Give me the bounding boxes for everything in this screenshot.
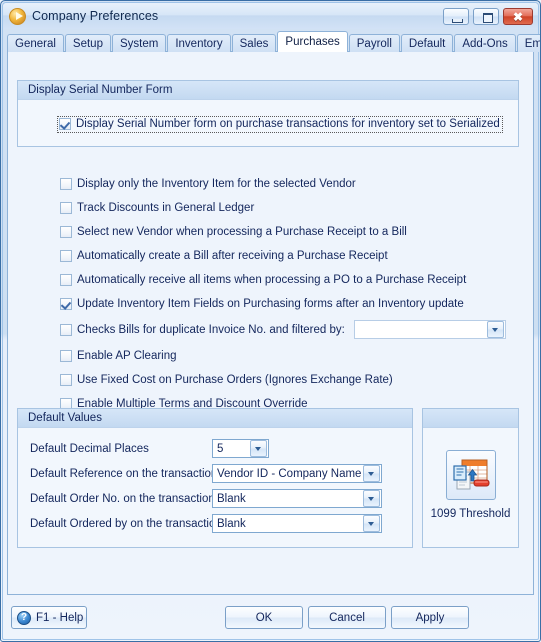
default-decimal-places-row: Default Decimal Places 5 [30, 436, 412, 461]
default-ordered-by-row: Default Ordered by on the transactions B… [30, 511, 412, 536]
checkbox-box[interactable] [60, 225, 72, 238]
checkbox-box[interactable] [60, 249, 72, 262]
close-icon: ✖ [512, 9, 524, 24]
option-check-duplicate-invoice[interactable]: Checks Bills for duplicate Invoice No. a… [60, 319, 523, 340]
minimize-icon [452, 18, 463, 23]
app-play-circle-icon [9, 7, 26, 25]
default-order-no-row: Default Order No. on the transactions Bl… [30, 486, 412, 511]
option-label: Enable AP Clearing [77, 349, 177, 362]
default-ordered-by-value: Blank [217, 517, 246, 530]
apply-button[interactable]: Apply [391, 606, 469, 629]
duplicate-invoice-filter-combo[interactable] [353, 320, 506, 339]
threshold-tile-wrapper: 1099 Threshold [423, 428, 518, 520]
checkbox-box[interactable] [60, 373, 72, 386]
option-label: Automatically create a Bill after receiv… [77, 249, 388, 262]
tab-email-setup[interactable]: Email Setup [516, 34, 540, 52]
default-order-no-value: Blank [217, 492, 246, 505]
minimize-button[interactable] [443, 7, 469, 25]
default-values-group: Default Values Default Decimal Places 5 … [17, 408, 413, 548]
title-bar[interactable]: Company Preferences ✖ [3, 3, 538, 29]
chevron-down-icon[interactable] [363, 490, 380, 507]
tab-strip: General Setup System Inventory Sales Pur… [7, 31, 540, 52]
dialog-footer: ? F1 - Help OK Cancel Apply [3, 597, 538, 639]
default-values-rows: Default Decimal Places 5 Default Referen… [18, 428, 412, 536]
tab-payroll[interactable]: Payroll [348, 34, 400, 52]
default-reference-row: Default Reference on the transactions Ve… [30, 461, 412, 486]
default-order-no-combo[interactable]: Blank [212, 489, 382, 508]
tab-general[interactable]: General [7, 34, 64, 52]
help-question-icon: ? [17, 610, 31, 625]
checkbox-box[interactable] [60, 201, 72, 214]
tab-add-ons[interactable]: Add-Ons [454, 34, 516, 52]
option-fixed-cost-purchase-orders[interactable]: Use Fixed Cost on Purchase Orders (Ignor… [60, 371, 523, 388]
spreadsheet-upload-icon [452, 459, 489, 490]
checkbox-box[interactable] [60, 323, 72, 336]
f1-help-button[interactable]: ? F1 - Help [11, 606, 87, 629]
default-decimal-places-label: Default Decimal Places [30, 442, 149, 455]
tab-inventory[interactable]: Inventory [167, 34, 231, 52]
option-auto-receive-all-items[interactable]: Automatically receive all items when pro… [60, 271, 523, 288]
display-serial-number-group: Display Serial Number Form Display Seria… [17, 80, 519, 147]
default-reference-combo[interactable]: Vendor ID - Company Name [212, 464, 382, 483]
checkbox-box[interactable] [60, 177, 72, 190]
threshold-group: 1099 Threshold [422, 408, 519, 548]
tab-system[interactable]: System [111, 34, 167, 52]
default-reference-value: Vendor ID - Company Name [217, 467, 362, 480]
option-label: Checks Bills for duplicate Invoice No. a… [77, 323, 345, 336]
option-update-inventory-item-fields[interactable]: Update Inventory Item Fields on Purchasi… [60, 295, 523, 312]
tab-sales[interactable]: Sales [231, 34, 277, 52]
window-title: Company Preferences [32, 9, 159, 23]
option-label: Display only the Inventory Item for the … [77, 177, 356, 190]
default-ordered-by-label: Default Ordered by on the transactions [30, 517, 228, 530]
maximize-button[interactable] [473, 7, 499, 25]
option-label: Select new Vendor when processing a Purc… [77, 225, 407, 238]
default-decimal-places-combo[interactable]: 5 [212, 439, 269, 458]
chevron-down-icon[interactable] [363, 465, 380, 482]
serial-checkbox-box[interactable] [59, 118, 71, 130]
default-reference-label: Default Reference on the transactions [30, 467, 224, 480]
option-label: Automatically receive all items when pro… [77, 273, 467, 286]
purchase-options-list: Display only the Inventory Item for the … [60, 175, 523, 412]
chevron-down-icon[interactable] [363, 515, 380, 532]
cancel-button[interactable]: Cancel [308, 606, 386, 629]
purchases-tab-panel: Display Serial Number Form Display Seria… [7, 51, 534, 595]
option-label: Track Discounts in General Ledger [77, 201, 255, 214]
close-button[interactable]: ✖ [503, 7, 533, 25]
1099-threshold-button[interactable] [445, 450, 496, 500]
window-controls: ✖ [443, 7, 533, 25]
f1-help-label: F1 - Help [36, 611, 84, 624]
option-auto-create-bill[interactable]: Automatically create a Bill after receiv… [60, 247, 523, 264]
default-order-no-label: Default Order No. on the transactions [30, 492, 221, 505]
option-select-new-vendor[interactable]: Select new Vendor when processing a Purc… [60, 223, 523, 240]
option-enable-ap-clearing[interactable]: Enable AP Clearing [60, 347, 523, 364]
checkbox-box[interactable] [60, 297, 72, 310]
default-decimal-places-value: 5 [217, 442, 224, 455]
default-ordered-by-combo[interactable]: Blank [212, 514, 382, 533]
display-serial-number-group-header: Display Serial Number Form [18, 81, 518, 100]
checkbox-box[interactable] [60, 273, 72, 286]
threshold-group-header [423, 409, 518, 428]
chevron-down-icon[interactable] [250, 440, 267, 457]
maximize-icon [483, 12, 493, 23]
option-track-discounts-gl[interactable]: Track Discounts in General Ledger [60, 199, 523, 216]
chevron-down-icon[interactable] [486, 321, 504, 338]
tab-purchases[interactable]: Purchases [277, 31, 348, 52]
serial-checkbox-wrapper: Display Serial Number form on purchase t… [18, 100, 518, 133]
option-label: Use Fixed Cost on Purchase Orders (Ignor… [77, 373, 393, 386]
tab-setup[interactable]: Setup [64, 34, 111, 52]
company-preferences-window: Company Preferences ✖ General Setup Syst… [0, 0, 541, 642]
tab-default[interactable]: Default [400, 34, 454, 52]
1099-threshold-caption: 1099 Threshold [430, 508, 511, 520]
option-label: Update Inventory Item Fields on Purchasi… [77, 297, 464, 310]
option-display-only-inventory-item[interactable]: Display only the Inventory Item for the … [60, 175, 523, 192]
serial-checkbox-label: Display Serial Number form on purchase t… [76, 118, 500, 130]
ok-button[interactable]: OK [225, 606, 303, 629]
default-values-group-header: Default Values [18, 409, 412, 428]
checkbox-box[interactable] [60, 349, 72, 362]
serial-checkbox-focus-ring[interactable]: Display Serial Number form on purchase t… [57, 116, 503, 133]
